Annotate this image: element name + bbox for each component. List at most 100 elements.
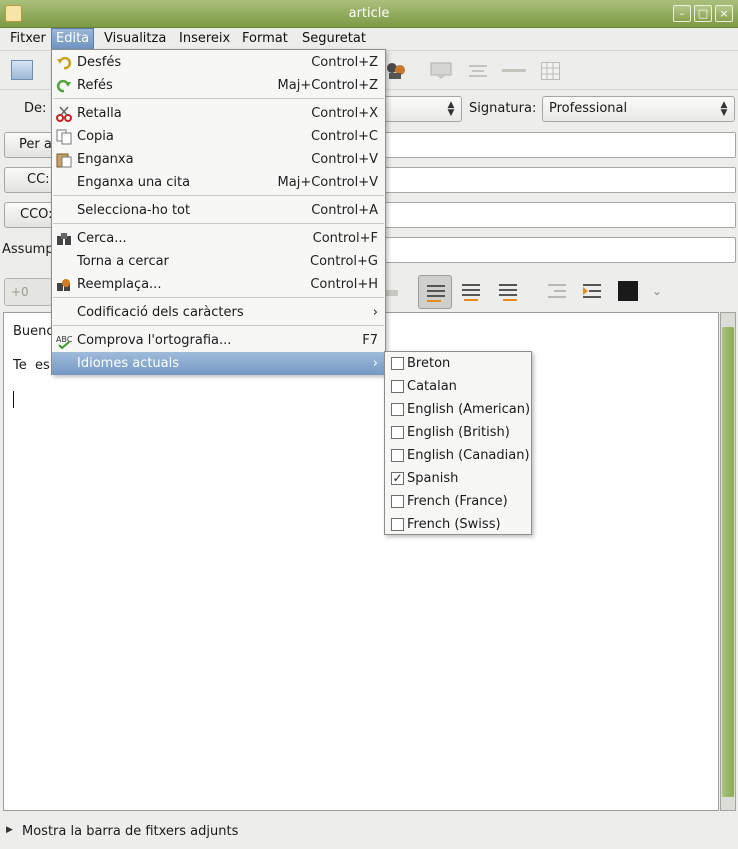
bcc-input[interactable]: [380, 202, 736, 228]
checkbox-checked-icon[interactable]: ✓: [391, 472, 404, 485]
menu-item-label: Refés: [77, 78, 113, 93]
submenu-arrow-icon: ›: [372, 305, 378, 320]
text-cursor: [13, 391, 14, 408]
language-item-french-swiss[interactable]: French (Swiss): [385, 513, 531, 536]
submenu-arrow-icon: ›: [372, 356, 378, 371]
checkbox-icon[interactable]: [391, 518, 404, 531]
redo-icon: [56, 79, 71, 93]
language-item-english-british[interactable]: English (British): [385, 421, 531, 444]
editor-scrollbar[interactable]: [720, 312, 736, 811]
language-item-breton[interactable]: Breton: [385, 352, 531, 375]
menu-item-label: Torna a cercar: [77, 254, 169, 269]
menu-item-find-again[interactable]: Torna a cercar Control+G: [52, 250, 385, 273]
line-icon[interactable]: [502, 69, 526, 72]
checkbox-icon[interactable]: [391, 380, 404, 393]
menu-item-paste-quote[interactable]: Enganxa una cita Maj+Control+V: [52, 171, 385, 194]
menu-item-redo[interactable]: Refés Maj+Control+Z: [52, 74, 385, 97]
chevron-down-icon[interactable]: ⌄: [652, 284, 662, 298]
checkbox-icon[interactable]: [391, 357, 404, 370]
menu-item-find[interactable]: Cerca... Control+F: [52, 227, 385, 250]
menu-item-label: Desfés: [77, 55, 122, 70]
menu-item-shortcut: Maj+Control+V: [277, 175, 378, 190]
checkbox-icon[interactable]: [391, 426, 404, 439]
to-button-label: Per a: [19, 137, 52, 152]
expander-arrow-icon[interactable]: ▶: [6, 825, 13, 835]
language-item-english-american[interactable]: English (American): [385, 398, 531, 421]
menu-item-copy[interactable]: Copia Control+C: [52, 125, 385, 148]
languages-submenu: Breton Catalan English (American) Englis…: [384, 351, 532, 535]
language-label: English (Canadian): [407, 448, 530, 463]
menu-fitxer[interactable]: Fitxer: [6, 28, 50, 50]
send-icon[interactable]: [11, 60, 33, 80]
to-input[interactable]: [380, 132, 736, 158]
menu-item-label: Idiomes actuals: [77, 356, 180, 371]
menu-item-replace[interactable]: Reemplaça... Control+H: [52, 273, 385, 296]
align-left-button[interactable]: [418, 275, 452, 309]
menu-item-shortcut: Control+Z: [311, 55, 378, 70]
cc-button-label: CC:: [27, 172, 50, 187]
language-item-catalan[interactable]: Catalan: [385, 375, 531, 398]
body-line-2: Te es: [13, 358, 50, 373]
menu-item-select-all[interactable]: Selecciona-ho tot Control+A: [52, 199, 385, 222]
body-line-1: Buenc: [13, 324, 54, 339]
language-label: Spanish: [407, 471, 459, 486]
close-button[interactable]: ×: [715, 5, 733, 22]
menu-edita[interactable]: Edita: [51, 28, 95, 50]
align-right-button[interactable]: [491, 275, 525, 309]
attach-icon[interactable]: [383, 60, 407, 82]
combo-arrows-icon: ▲ ▼: [720, 100, 728, 118]
insert-icon[interactable]: [384, 290, 398, 296]
text-color-swatch[interactable]: [618, 281, 638, 301]
message-body[interactable]: Buenc Te es: [3, 312, 719, 811]
font-size-stepper[interactable]: +0: [4, 278, 52, 306]
minimize-button[interactable]: –: [673, 5, 691, 22]
menu-item-cut[interactable]: Retalla Control+X: [52, 102, 385, 125]
language-label: Breton: [407, 356, 451, 371]
outdent-button[interactable]: [540, 275, 574, 309]
menu-separator: [53, 223, 384, 224]
font-size-value: +0: [11, 285, 29, 299]
indent-button[interactable]: [575, 275, 609, 309]
save-icon[interactable]: [430, 62, 452, 79]
menu-item-label: Comprova l'ortografia...: [77, 333, 232, 348]
subject-label: Assump: [2, 242, 54, 257]
menu-separator: [53, 325, 384, 326]
menu-separator: [53, 297, 384, 298]
language-label: English (British): [407, 425, 510, 440]
checkbox-icon[interactable]: [391, 403, 404, 416]
menu-seguretat[interactable]: Seguretat: [298, 28, 370, 50]
cc-input[interactable]: [380, 167, 736, 193]
menu-item-paste[interactable]: Enganxa Control+V: [52, 148, 385, 171]
attachments-toggle[interactable]: Mostra la barra de fitxers adjunts: [22, 824, 238, 839]
table-icon[interactable]: [541, 62, 560, 80]
maximize-button[interactable]: □: [694, 5, 712, 22]
menu-item-undo[interactable]: Desfés Control+Z: [52, 51, 385, 74]
language-label: French (Swiss): [407, 517, 501, 532]
menu-item-shortcut: F7: [362, 333, 378, 348]
menu-insereix[interactable]: Insereix: [175, 28, 234, 50]
menu-item-shortcut: Maj+Control+Z: [277, 78, 378, 93]
language-item-spanish[interactable]: ✓ Spanish: [385, 467, 531, 490]
menu-format[interactable]: Format: [238, 28, 292, 50]
checkbox-icon[interactable]: [391, 449, 404, 462]
title-bar: article – □ ×: [0, 0, 738, 28]
menu-separator: [53, 98, 384, 99]
scrollbar-thumb[interactable]: [722, 327, 734, 797]
menu-visualitza[interactable]: Visualitza: [100, 28, 170, 50]
signature-combo[interactable]: Professional ▲ ▼: [542, 96, 735, 122]
menu-item-current-languages[interactable]: Idiomes actuals ›: [52, 352, 385, 375]
checkbox-icon[interactable]: [391, 495, 404, 508]
signature-label: Signatura:: [469, 101, 537, 116]
from-combo[interactable]: ▲ ▼: [380, 96, 462, 122]
menu-item-spellcheck[interactable]: ABC Comprova l'ortografia... F7: [52, 329, 385, 352]
menu-item-shortcut: Control+A: [311, 203, 378, 218]
menu-item-shortcut: Control+X: [311, 106, 378, 121]
language-item-english-canadian[interactable]: English (Canadian): [385, 444, 531, 467]
align-center-button[interactable]: [454, 275, 488, 309]
from-label: De:: [24, 101, 47, 116]
menu-item-encoding[interactable]: Codificació dels caràcters ›: [52, 301, 385, 324]
spell-icon[interactable]: [467, 62, 489, 80]
language-item-french-france[interactable]: French (France): [385, 490, 531, 513]
bcc-button-label: CCO:: [20, 207, 53, 222]
subject-input[interactable]: [380, 237, 736, 263]
